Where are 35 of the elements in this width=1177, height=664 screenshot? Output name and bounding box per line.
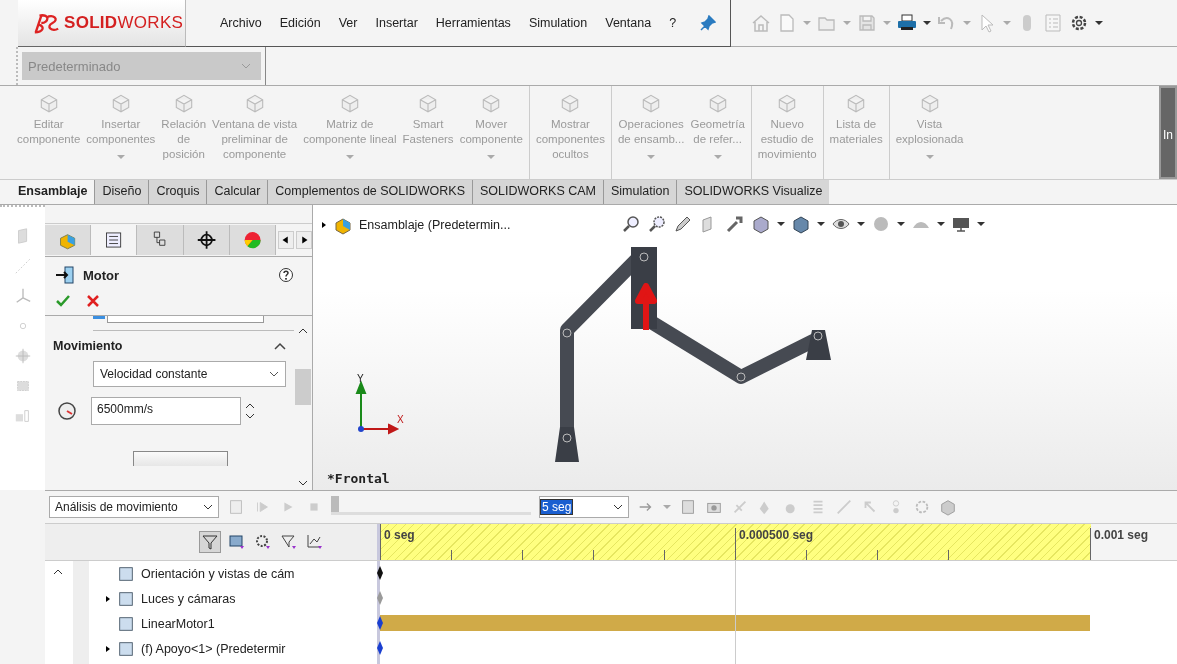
- tick-label: 0.001 seg: [1090, 528, 1149, 560]
- view-name: *Frontal: [327, 471, 390, 486]
- menu-item[interactable]: ?: [669, 16, 677, 30]
- tab[interactable]: Simulation: [603, 180, 677, 204]
- motion-type-dropdown[interactable]: Velocidad constante: [93, 361, 286, 387]
- solidworks-logo[interactable]: SOLIDWORKS: [18, 0, 186, 47]
- axis-label: Y: [357, 373, 364, 384]
- menu-item[interactable]: Insertar: [375, 16, 418, 30]
- logo-wordmark: SOLIDWORKS: [64, 13, 184, 33]
- duration-dropdown[interactable]: 5 seg: [539, 496, 629, 518]
- tab[interactable]: SOLIDWORKS Visualize: [676, 180, 830, 204]
- tree-item[interactable]: (f) Apoyo<1> (Predetermir: [141, 641, 286, 656]
- tree-item[interactable]: Orientación y vistas de cám: [141, 566, 295, 581]
- tab[interactable]: Complementos de SOLIDWORKS: [267, 180, 472, 204]
- menu-item[interactable]: Ver: [338, 16, 358, 30]
- panel-title: Motor: [83, 267, 121, 283]
- speed-field[interactable]: 6500mm/s: [91, 397, 241, 425]
- time-ruler[interactable]: 0 seg 0.000500 seg 0.001 seg: [380, 524, 1177, 560]
- axis-label: X: [397, 414, 404, 425]
- tree-item[interactable]: Luces y cámaras: [141, 591, 236, 606]
- tab[interactable]: Calcular: [206, 180, 268, 204]
- tick-label: 0 seg: [380, 528, 415, 560]
- tab[interactable]: Diseño: [94, 180, 149, 204]
- ribbon-overflow-button[interactable]: In: [1159, 86, 1177, 179]
- study-dropdown[interactable]: Análisis de movimiento: [49, 496, 219, 518]
- tab[interactable]: Croquis: [148, 180, 207, 204]
- menu-item[interactable]: Simulation: [528, 16, 588, 30]
- section-title: Movimiento: [53, 339, 123, 353]
- menu-item[interactable]: Ventana: [605, 16, 652, 30]
- tab[interactable]: SOLIDWORKS CAM: [472, 180, 603, 204]
- menu-item[interactable]: Archivo: [220, 16, 262, 30]
- tree-item[interactable]: Ensamblaje (Predetermin...: [359, 218, 511, 232]
- tree-item[interactable]: LinearMotor1: [141, 616, 215, 631]
- menu-item[interactable]: Herramientas: [435, 16, 511, 30]
- menu-item[interactable]: Edición: [279, 16, 321, 30]
